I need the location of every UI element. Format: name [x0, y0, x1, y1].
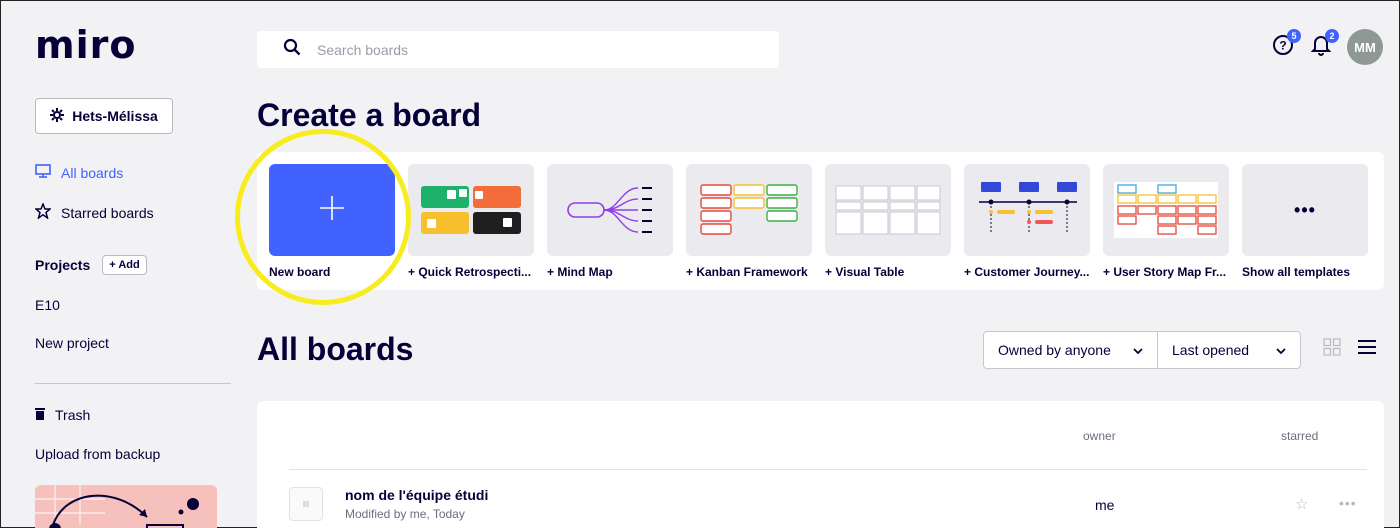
sidebar-item-project[interactable]: New project [35, 335, 109, 351]
notification-badge: 2 [1325, 29, 1339, 43]
search-icon [283, 38, 301, 61]
sort-dropdown[interactable]: Last opened [1158, 332, 1300, 368]
owner-filter-dropdown[interactable]: Owned by anyone [984, 332, 1158, 368]
star-icon[interactable]: ☆ [1295, 495, 1308, 513]
owner-column-header[interactable]: owner [1083, 429, 1116, 443]
template-thumbnail [408, 164, 534, 256]
projects-label: Projects [35, 257, 91, 273]
sidebar-item-project[interactable]: E10 [35, 297, 60, 313]
owner-filter-label: Owned by anyone [998, 342, 1111, 358]
sidebar-item-label: Starred boards [61, 204, 154, 221]
template-user-story-map[interactable]: + User Story Map Fr... [1103, 164, 1229, 279]
template-new-board[interactable]: New board [269, 164, 395, 279]
template-thumbnail [547, 164, 673, 256]
chevron-down-icon [1133, 342, 1143, 358]
template-mind-map[interactable]: + Mind Map [547, 164, 673, 279]
starred-column-header[interactable]: starred [1281, 429, 1318, 443]
sidebar: miro Hets-Mélissa All boards Starred boa… [1, 1, 246, 528]
add-project-button[interactable]: + Add [102, 255, 147, 275]
sidebar-item-starred-boards[interactable]: Starred boards [34, 201, 154, 222]
template-label: + User Story Map Fr... [1103, 265, 1227, 279]
template-thumbnail [1103, 164, 1229, 256]
template-label: + Customer Journey... [964, 265, 1090, 279]
template-label: + Quick Retrospecti... [408, 265, 532, 279]
gear-icon [50, 107, 65, 125]
team-switcher-button[interactable]: Hets-Mélissa [35, 98, 173, 134]
board-row[interactable]: nom de l'équipe étudi Modified by me, To… [289, 485, 1367, 525]
projects-header: Projects + Add [35, 255, 147, 275]
template-kanban-framework[interactable]: + Kanban Framework [686, 164, 812, 279]
template-thumbnail [964, 164, 1090, 256]
topbar-actions: ? 5 2 MM [1271, 29, 1383, 65]
board-name[interactable]: nom de l'équipe étudi [345, 487, 488, 503]
board-filters: Owned by anyone Last opened [983, 331, 1301, 369]
template-thumbnail [686, 164, 812, 256]
search-input[interactable] [317, 41, 737, 58]
template-thumbnail: ••• [1242, 164, 1368, 256]
plus-icon [319, 195, 345, 226]
chevron-down-icon [1276, 342, 1286, 358]
boards-list: owner starred nom de l'équipe étudi Modi… [257, 401, 1384, 528]
list-divider [289, 469, 1367, 470]
all-boards-title: All boards [257, 331, 414, 367]
board-thumbnail [289, 487, 323, 521]
template-label: + Visual Table [825, 265, 905, 279]
sidebar-item-all-boards[interactable]: All boards [35, 164, 123, 181]
view-toggle [1323, 338, 1377, 361]
template-thumbnail [269, 164, 395, 256]
help-badge: 5 [1287, 29, 1301, 43]
template-quick-retrospective[interactable]: + Quick Retrospecti... [408, 164, 534, 279]
trash-icon [35, 407, 45, 423]
sidebar-item-trash[interactable]: Trash [35, 407, 90, 423]
board-icon [35, 164, 51, 181]
template-label: + Kanban Framework [686, 265, 808, 279]
board-modified: Modified by me, Today [345, 507, 465, 521]
miro-logo[interactable]: miro [35, 23, 136, 67]
promo-illustration [35, 485, 217, 528]
template-customer-journey[interactable]: + Customer Journey... [964, 164, 1090, 279]
avatar[interactable]: MM [1347, 29, 1383, 65]
team-name: Hets-Mélissa [72, 108, 158, 124]
svg-text:?: ? [1279, 38, 1286, 52]
help-button[interactable]: ? 5 [1271, 29, 1301, 59]
board-owner: me [1095, 497, 1115, 513]
template-visual-table[interactable]: + Visual Table [825, 164, 951, 279]
notifications-button[interactable]: 2 [1309, 29, 1339, 59]
sidebar-item-upload-backup[interactable]: Upload from backup [35, 446, 160, 462]
sidebar-item-label: Trash [55, 407, 91, 423]
template-show-all[interactable]: ••• Show all templates [1242, 164, 1368, 279]
sidebar-item-label: All boards [61, 164, 124, 181]
template-label: Show all templates [1242, 265, 1351, 279]
template-label: New board [269, 265, 331, 279]
list-view-icon[interactable] [1357, 338, 1377, 361]
more-options-icon[interactable]: ••• [1339, 495, 1357, 511]
template-gallery: New board + Quick Retrospecti... + Mind … [257, 152, 1384, 290]
create-board-title: Create a board [257, 97, 482, 133]
sort-label: Last opened [1172, 342, 1250, 358]
sidebar-divider [35, 383, 231, 384]
star-icon [34, 201, 52, 222]
template-thumbnail [825, 164, 951, 256]
search-bar[interactable] [257, 31, 779, 68]
more-icon: ••• [1294, 199, 1316, 220]
template-label: + Mind Map [547, 265, 613, 279]
grid-view-icon[interactable] [1323, 338, 1341, 361]
